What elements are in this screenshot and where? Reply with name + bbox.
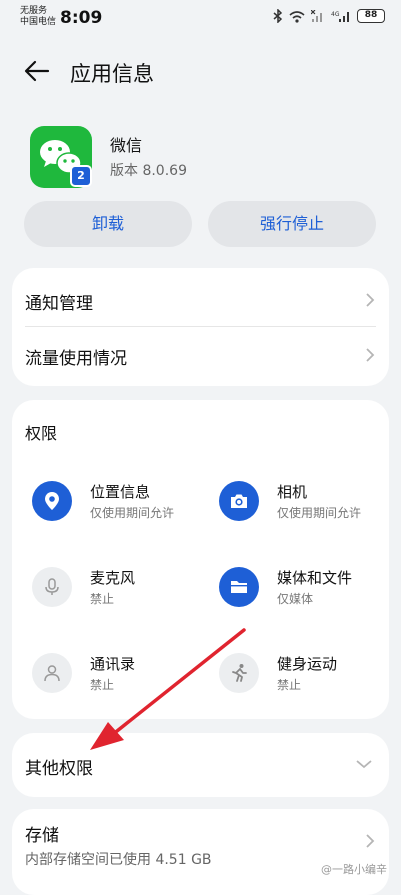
signal-no-service-icon [311,9,322,22]
carrier-line-1: 无服务 [20,6,48,16]
permission-contacts[interactable]: 通讯录 禁止 [32,653,212,709]
signal-4g-icon: 4G [331,11,349,22]
clone-app-badge: 2 [70,165,92,187]
permission-name: 麦克风 [90,569,136,587]
settings-card: 通知管理 流量使用情况 [12,268,389,386]
permission-status: 仅媒体 [277,592,314,606]
permission-name: 位置信息 [90,483,151,501]
data-usage-row[interactable]: 流量使用情况 [12,327,389,386]
permissions-card: 权限 位置信息 仅使用期间允许 相机 仅使用期间允许 麦克风 禁止 媒体和文件 … [12,400,389,719]
permission-status: 仅使用期间允许 [277,506,362,520]
permission-status: 仅使用期间允许 [90,506,175,520]
svg-text:4G: 4G [331,11,340,18]
watermark: @一路小编辛 [321,863,387,876]
notification-management-row[interactable]: 通知管理 [12,268,389,327]
uninstall-button[interactable]: 卸载 [24,201,192,247]
running-icon [219,653,259,693]
app-header: 应用信息 [0,50,401,94]
permissions-title: 权限 [25,424,58,443]
permission-camera[interactable]: 相机 仅使用期间允许 [219,481,399,537]
storage-row[interactable]: 存储 内部存储空间已使用 4.51 GB [12,809,389,895]
carrier-line-2: 中国电信 [20,17,57,27]
permission-fitness[interactable]: 健身运动 禁止 [219,653,399,709]
battery-indicator: 88 [357,9,385,23]
microphone-icon [32,567,72,607]
camera-icon [219,481,259,521]
data-usage-label: 流量使用情况 [25,349,127,369]
permission-status: 禁止 [90,678,115,692]
other-permissions-label: 其他权限 [25,759,93,779]
page-title: 应用信息 [70,62,154,86]
permission-status: 禁止 [277,678,302,692]
bluetooth-icon [273,9,283,23]
storage-usage: 内部存储空间已使用 4.51 GB [25,852,212,868]
wifi-icon [289,10,305,23]
chevron-right-icon [366,293,375,307]
permission-status: 禁止 [90,592,115,606]
permission-name: 健身运动 [277,655,338,673]
folder-icon [219,567,259,607]
permission-name: 相机 [277,483,308,501]
app-version: 版本 8.0.69 [110,163,187,179]
notification-management-label: 通知管理 [25,294,93,314]
back-arrow-icon[interactable] [24,58,50,84]
permission-media-files[interactable]: 媒体和文件 仅媒体 [219,567,399,623]
chevron-down-icon [356,760,372,769]
chevron-right-icon [366,834,375,848]
other-permissions-row[interactable]: 其他权限 [12,733,389,797]
force-stop-button[interactable]: 强行停止 [208,201,376,247]
status-bar: 无服务 中国电信 8:09 4G 88 [0,0,401,34]
app-name: 微信 [110,136,143,155]
storage-title: 存储 [25,826,59,846]
location-icon [32,481,72,521]
clock: 8:09 [60,8,103,28]
permission-name: 媒体和文件 [277,569,353,587]
permission-location[interactable]: 位置信息 仅使用期间允许 [32,481,212,537]
permission-name: 通讯录 [90,655,136,673]
contacts-icon [32,653,72,693]
system-icons: 4G 88 [273,9,385,23]
permission-microphone[interactable]: 麦克风 禁止 [32,567,212,623]
chevron-right-icon [366,348,375,362]
carrier-info: 无服务 中国电信 [20,6,56,28]
